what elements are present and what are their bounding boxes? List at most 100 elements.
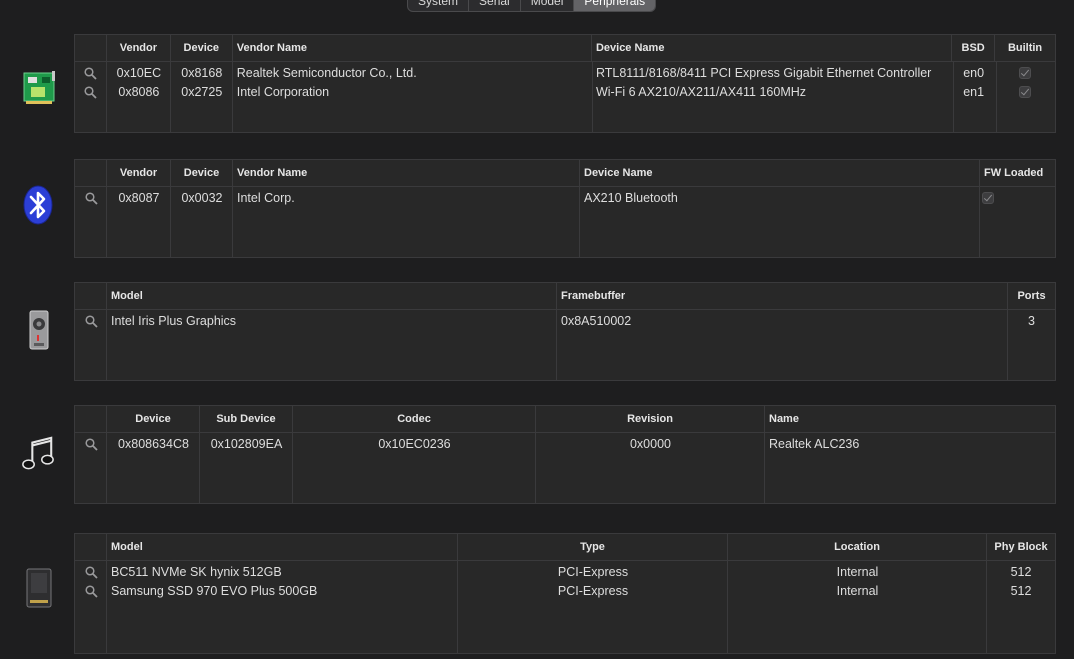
ssd-icon (22, 567, 56, 609)
type-cell: PCI-Express (557, 565, 629, 579)
graphics-panel: Model Framebuffer Ports Intel Iris Plus … (74, 282, 1056, 381)
storage-table: Model Type Location Phy Block BC511 NVMe… (75, 534, 1055, 653)
column-header-type[interactable]: Type (458, 534, 728, 560)
audio-table: Device Sub Device Codec Revision Name 0x… (75, 406, 1055, 503)
model-cell: BC511 NVMe SK hynix 512GB (111, 565, 282, 579)
column-header-search[interactable] (75, 160, 107, 186)
magnifier-icon[interactable] (75, 435, 107, 454)
bluetooth-panel: Vendor Device Vendor Name Device Name FW… (74, 159, 1056, 258)
column-header-builtin[interactable]: Builtin (995, 35, 1055, 61)
magnifier-icon[interactable] (75, 563, 107, 582)
table-row[interactable]: Samsung SSD 970 EVO Plus 500GB PCI-Expre… (75, 582, 1055, 601)
table-header: Device Sub Device Codec Revision Name (75, 406, 1055, 433)
storage-panel: Model Type Location Phy Block BC511 NVMe… (74, 533, 1056, 654)
magnifier-icon[interactable] (75, 83, 107, 102)
type-cell: PCI-Express (557, 584, 629, 598)
location-cell: Internal (836, 584, 879, 598)
column-header-vendor[interactable]: Vendor (107, 160, 171, 186)
table-row[interactable]: BC511 NVMe SK hynix 512GB PCI-Express In… (75, 563, 1055, 582)
magnifier-icon[interactable] (75, 189, 107, 208)
tab-model[interactable]: Model (521, 0, 575, 11)
magnifier-icon[interactable] (75, 582, 107, 601)
table-row[interactable]: 0x8087 0x0032 Intel Corp. AX210 Bluetoot… (75, 189, 1055, 208)
column-header-device-name[interactable]: Device Name (592, 35, 953, 61)
table-row[interactable]: 0x10EC 0x8168 Realtek Semiconductor Co.,… (75, 64, 1055, 83)
model-cell: Samsung SSD 970 EVO Plus 500GB (111, 584, 318, 598)
table-row[interactable]: 0x808634C8 0x102809EA 0x10EC0236 0x0000 … (75, 435, 1055, 454)
device-name-cell: Wi-Fi 6 AX210/AX211/AX411 160MHz (595, 85, 807, 99)
bsd-cell: en1 (963, 85, 985, 99)
column-header-name[interactable]: Name (765, 406, 1055, 432)
tab-peripherals[interactable]: Peripherals (574, 0, 656, 11)
column-header-vendor-name[interactable]: Vendor Name (233, 35, 592, 61)
tab-serial[interactable]: Serial (469, 0, 521, 11)
network-table: Vendor Device Vendor Name Device Name BS… (75, 35, 1055, 132)
table-header: Vendor Device Vendor Name Device Name BS… (75, 35, 1055, 62)
builtin-checkbox[interactable] (995, 83, 1055, 102)
phy-block-cell: 512 (1010, 584, 1032, 598)
vendor-cell: 0x8086 (118, 85, 160, 99)
column-header-framebuffer[interactable]: Framebuffer (557, 283, 1008, 309)
location-cell: Internal (836, 565, 879, 579)
sub-device-cell: 0x102809EA (210, 437, 283, 451)
table-header: Vendor Device Vendor Name Device Name FW… (75, 160, 1055, 187)
column-header-device[interactable]: Device (171, 35, 233, 61)
audio-panel: Device Sub Device Codec Revision Name 0x… (74, 405, 1056, 504)
device-cell: 0x0032 (181, 191, 223, 205)
column-header-search[interactable] (75, 534, 107, 560)
device-cell: 0x2725 (181, 85, 223, 99)
ports-cell: 3 (1028, 314, 1035, 328)
table-header: Model Type Location Phy Block (75, 534, 1055, 561)
table-row[interactable]: Intel Iris Plus Graphics 0x8A510002 3 (75, 312, 1055, 331)
magnifier-icon[interactable] (75, 64, 107, 83)
vendor-name-cell: Intel Corporation (236, 85, 330, 99)
phy-block-cell: 512 (1010, 565, 1032, 579)
column-header-vendor[interactable]: Vendor (107, 35, 171, 61)
column-header-fw-loaded[interactable]: FW Loaded (980, 160, 1055, 186)
column-header-search[interactable] (75, 35, 107, 61)
magnifier-icon[interactable] (75, 312, 107, 331)
column-header-device[interactable]: Device (107, 406, 200, 432)
column-header-search[interactable] (75, 406, 107, 432)
column-header-codec[interactable]: Codec (293, 406, 536, 432)
network-card-icon (22, 66, 56, 108)
column-header-device[interactable]: Device (171, 160, 233, 186)
vendor-name-cell: Realtek Semiconductor Co., Ltd. (236, 66, 417, 80)
bluetooth-table: Vendor Device Vendor Name Device Name FW… (75, 160, 1055, 257)
fw-loaded-checkbox[interactable] (980, 189, 1055, 208)
column-header-model[interactable]: Model (107, 283, 557, 309)
column-header-phy-block[interactable]: Phy Block (987, 534, 1055, 560)
name-cell: Realtek ALC236 (769, 437, 860, 451)
bsd-cell: en0 (963, 66, 985, 80)
bluetooth-icon (21, 184, 55, 226)
column-header-device-name[interactable]: Device Name (580, 160, 980, 186)
vendor-cell: 0x10EC (116, 66, 162, 80)
tab-system[interactable]: System (408, 0, 470, 11)
table-header: Model Framebuffer Ports (75, 283, 1055, 310)
revision-cell: 0x0000 (629, 437, 671, 451)
segmented-tab-control: System Serial Model Peripherals (407, 0, 657, 12)
vendor-cell: 0x8087 (118, 191, 160, 205)
device-name-cell: AX210 Bluetooth (584, 191, 678, 205)
column-header-search[interactable] (75, 283, 107, 309)
column-header-sub-device[interactable]: Sub Device (200, 406, 293, 432)
column-header-location[interactable]: Location (728, 534, 987, 560)
network-panel: Vendor Device Vendor Name Device Name BS… (74, 34, 1056, 133)
device-cell: 0x8168 (181, 66, 223, 80)
codec-cell: 0x10EC0236 (378, 437, 451, 451)
device-name-cell: RTL8111/8168/8411 PCI Express Gigabit Et… (595, 66, 932, 80)
framebuffer-cell: 0x8A510002 (561, 314, 632, 328)
column-header-bsd[interactable]: BSD (952, 35, 996, 61)
vendor-name-cell: Intel Corp. (237, 191, 295, 205)
music-notes-icon (21, 432, 55, 474)
builtin-checkbox[interactable] (995, 64, 1055, 83)
model-cell: Intel Iris Plus Graphics (111, 314, 237, 328)
graphics-table: Model Framebuffer Ports Intel Iris Plus … (75, 283, 1055, 380)
column-header-revision[interactable]: Revision (536, 406, 765, 432)
column-header-vendor-name[interactable]: Vendor Name (233, 160, 580, 186)
table-row[interactable]: 0x8086 0x2725 Intel Corporation Wi-Fi 6 … (75, 83, 1055, 102)
column-header-model[interactable]: Model (107, 534, 458, 560)
column-header-ports[interactable]: Ports (1008, 283, 1055, 309)
graphics-card-icon (22, 309, 56, 351)
device-cell: 0x808634C8 (118, 437, 189, 451)
